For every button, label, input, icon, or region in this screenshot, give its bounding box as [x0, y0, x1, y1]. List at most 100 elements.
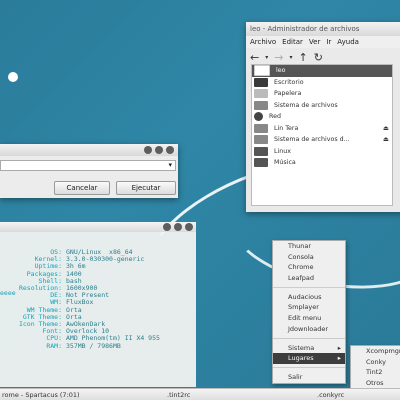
menu-item[interactable]: Salir [273, 372, 345, 383]
sidebar-item-sistema-d[interactable]: Sistema de archivos d... ⏏ [252, 134, 392, 146]
sidebar-item-musica[interactable]: Música [252, 157, 392, 169]
taskbar-item[interactable]: .tint2rc [167, 391, 317, 399]
drive-icon [254, 123, 268, 133]
close-icon[interactable] [185, 223, 193, 231]
sidebar-item-label: Escritorio [274, 78, 304, 86]
run-dialog: ▾ Cancelar Ejecutar [0, 144, 178, 198]
network-icon [254, 112, 263, 122]
window-title: leo - Administrador de archivos [250, 25, 360, 33]
terminal-titlebar[interactable] [0, 222, 196, 232]
sidebar-item-label: Linux [274, 147, 291, 155]
taskbar: rome - Spartacus (7:01) .tint2rc .conkyr… [0, 388, 400, 400]
menu-item-label: Chrome [288, 263, 314, 272]
maximize-icon[interactable] [174, 223, 182, 231]
sidebar-item-label: Sistema de archivos d... [274, 136, 350, 144]
terminal-line: Kernel: 3.3.0-030300-generic [0, 255, 196, 263]
root-menu: Thunar Consola Chrome Leafpad Audacious Smpla… [272, 240, 346, 384]
chevron-down-icon[interactable]: ▾ [265, 54, 268, 61]
submenu-item[interactable]: Tint2 [351, 367, 400, 378]
menu-item-label: Leafpad [288, 274, 315, 283]
reload-icon[interactable]: ↻ [314, 51, 323, 64]
menu-item-label: Salir [288, 372, 303, 381]
command-input[interactable]: ▾ [0, 160, 176, 171]
menu-item-label: Jdownloader [288, 324, 329, 333]
sidebar-item-label: Música [274, 159, 296, 167]
menu-item[interactable]: Consola [273, 252, 345, 263]
sidebar-item-lin-tera[interactable]: Lin Tera ⏏ [252, 123, 392, 135]
sidebar-item-escritorio[interactable]: Escritorio [252, 77, 392, 89]
chevron-down-icon[interactable]: ▾ [168, 161, 172, 169]
menu-item-label: Lugares [288, 354, 314, 363]
cancel-button[interactable]: Cancelar [54, 181, 110, 195]
terminal-output: OS: GNU/Linux x86_64 Kernel: 3.3.0-030300-g… [0, 232, 196, 350]
menu-item-label: Thunar [288, 242, 311, 250]
run-dialog-titlebar[interactable] [0, 144, 178, 156]
sidebar-item-linux[interactable]: Linux [252, 146, 392, 158]
trash-icon [254, 89, 268, 99]
minimize-icon[interactable] [144, 146, 152, 154]
file-manager-window: leo - Administrador de archivos Archivo … [246, 22, 400, 212]
menu-item-label: Smplayer [288, 303, 319, 312]
taskbar-item[interactable]: rome - Spartacus (7:01) [0, 391, 167, 399]
taskbar-item[interactable]: .conkyrc [317, 391, 344, 399]
drive-icon [254, 100, 268, 110]
menu-item[interactable]: Sistema ▸ [273, 343, 345, 354]
sidebar-item-red[interactable]: Red [252, 111, 392, 123]
submenu-item[interactable]: Conky [351, 357, 400, 368]
menu-item-label: Audacious [288, 292, 322, 301]
menu-item[interactable]: Audacious [273, 292, 345, 303]
menu-item-label: Edit menu [288, 314, 322, 323]
menu-ayuda[interactable]: Ayuda [337, 38, 359, 46]
sidebar-item-sistema[interactable]: Sistema de archivos [252, 100, 392, 112]
menu-item[interactable]: Leafpad [273, 273, 345, 284]
sidebar-item-label: Sistema de archivos [274, 101, 338, 109]
minimize-icon[interactable] [163, 223, 171, 231]
terminal-value: 357MB / 7986MB [66, 341, 121, 350]
desktop-icon [254, 77, 268, 87]
terminal-window[interactable]: OS: GNU/Linux x86_64 Kernel: 3.3.0-030300-g… [0, 222, 196, 387]
menu-archivo[interactable]: Archivo [250, 38, 276, 46]
menu-editar[interactable]: Editar [282, 38, 303, 46]
submenu-arrow-icon: ▸ [337, 354, 341, 363]
home-icon [254, 65, 270, 77]
file-manager-menubar: Archivo Editar Ver Ir Ayuda [246, 36, 400, 48]
places-sidebar: leo Escritorio Papelera Sistema de archi… [251, 64, 393, 206]
menu-item[interactable]: Edit menu [273, 313, 345, 324]
back-arrow-icon[interactable]: ← [250, 51, 259, 64]
eject-icon[interactable]: ⏏ [383, 125, 389, 132]
close-icon[interactable] [166, 146, 174, 154]
drive-icon [254, 135, 268, 145]
folder-icon [254, 158, 268, 168]
terminal-line: DE: Not Present [0, 292, 196, 299]
forward-arrow-icon[interactable]: → [274, 51, 283, 64]
maximize-icon[interactable] [155, 146, 163, 154]
eject-icon[interactable]: ⏏ [383, 136, 389, 143]
chevron-down-icon[interactable]: ▾ [289, 54, 292, 61]
terminal-line: Packages: 1400 [0, 270, 196, 278]
wallpaper-dot [8, 72, 18, 82]
sidebar-item-leo[interactable]: leo [252, 65, 392, 77]
terminal-left-fragment: eeee [0, 289, 16, 297]
menu-item[interactable]: Lugares ▸ [273, 353, 345, 364]
lugares-submenu: Xcompmgr Conky Tint2 Otros [350, 345, 400, 390]
file-manager-titlebar[interactable]: leo - Administrador de archivos [246, 22, 400, 36]
submenu-item[interactable]: Xcompmgr [351, 346, 400, 357]
terminal-line: RAM: 357MB / 7986MB [0, 341, 196, 350]
menu-item[interactable]: Jdownloader [273, 324, 345, 335]
submenu-arrow-icon: ▸ [337, 343, 341, 352]
run-button[interactable]: Ejecutar [116, 181, 176, 195]
window-buttons [141, 146, 174, 154]
menu-item[interactable]: Chrome [273, 262, 345, 273]
menu-item-label: Consola [288, 252, 314, 261]
up-arrow-icon[interactable]: ↑ [298, 51, 307, 64]
menu-item[interactable]: Smplayer [273, 302, 345, 313]
sidebar-item-label: leo [276, 67, 286, 75]
menu-ver[interactable]: Ver [309, 38, 320, 46]
menu-item[interactable]: Thunar [273, 241, 345, 252]
sidebar-item-label: Lin Tera [274, 124, 299, 132]
sidebar-item-label: Papelera [274, 90, 302, 98]
menu-item-label: Sistema [288, 343, 315, 352]
sidebar-item-papelera[interactable]: Papelera [252, 88, 392, 100]
folder-icon [254, 146, 268, 156]
menu-ir[interactable]: Ir [326, 38, 331, 46]
